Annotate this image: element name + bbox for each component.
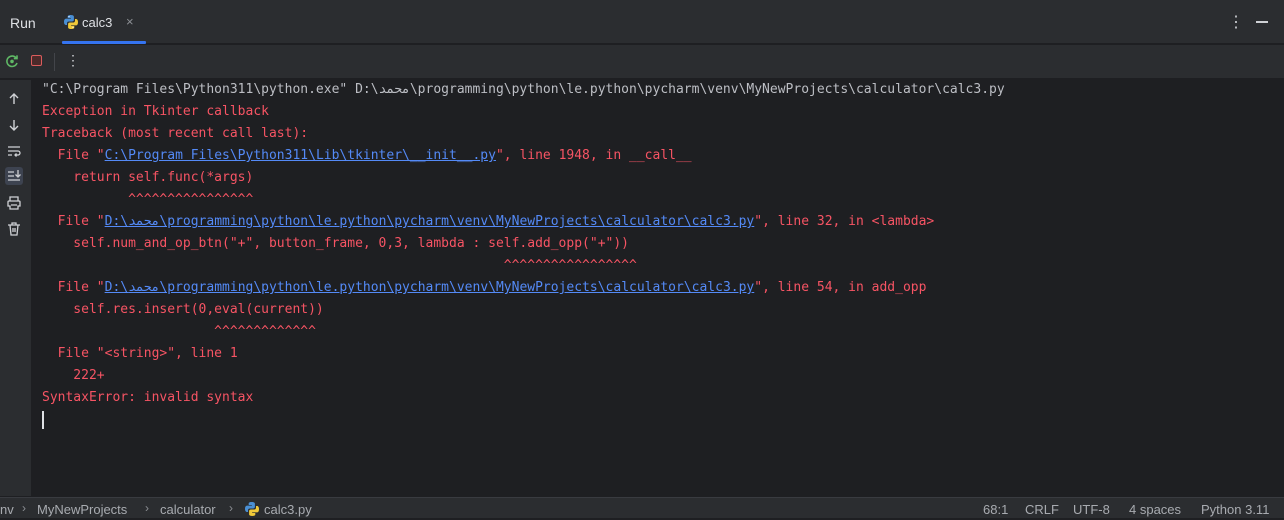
console-text: self.res.insert(0,eval(current)): [42, 302, 324, 317]
breadcrumb-item[interactable]: MyNewProjects: [37, 502, 127, 517]
python-icon: [63, 14, 79, 30]
console-text: File ": [42, 280, 105, 295]
more-vertical-icon[interactable]: ⋮: [1228, 12, 1244, 32]
console-line: self.res.insert(0,eval(current)): [42, 300, 324, 320]
console-text: ", line 1948, in __call__: [495, 148, 692, 163]
text-caret: [42, 411, 44, 429]
console-line: "C:\Program Files\Python311\python.exe" …: [42, 80, 1005, 100]
run-tool-window-title: Run: [10, 15, 36, 31]
more-vertical-icon[interactable]: ⋮: [66, 52, 80, 69]
console-text: ", line 54, in add_opp: [754, 280, 927, 295]
toolbar-separator: [54, 53, 55, 71]
console-text: ", line 32, in <lambda>: [754, 214, 935, 229]
console-text: Exception in Tkinter callback: [42, 104, 269, 119]
console-line: ^^^^^^^^^^^^^^^^^: [42, 256, 637, 276]
console-text: SyntaxError: invalid syntax: [42, 390, 254, 405]
breadcrumb-item[interactable]: nv: [0, 502, 14, 517]
console-line: 222+: [42, 366, 105, 386]
console-text: 222+: [42, 368, 105, 383]
console-line: self.num_and_op_btn("+", button_frame, 0…: [42, 234, 629, 254]
console-text: ^^^^^^^^^^^^^^^^^: [42, 258, 637, 273]
console-line: File "D:\محمد\programming\python\le.pyth…: [42, 278, 927, 298]
file-link[interactable]: D:\محمد\programming\python\le.python\pyc…: [105, 280, 755, 295]
console-text: return self.func(*args): [42, 170, 254, 185]
scroll-to-end-icon[interactable]: [5, 167, 23, 185]
console-text: File ": [42, 214, 105, 229]
console-line: ^^^^^^^^^^^^^: [42, 322, 316, 342]
console-line: Exception in Tkinter callback: [42, 102, 269, 122]
file-link[interactable]: C:\Program Files\Python311\Lib\tkinter\_…: [105, 148, 496, 163]
console-line: File "D:\محمد\programming\python\le.pyth…: [42, 212, 935, 232]
python-icon: [244, 501, 260, 520]
indent-setting[interactable]: 4 spaces: [1129, 502, 1181, 517]
arrow-down-icon[interactable]: [5, 116, 23, 134]
console-text: self.num_and_op_btn("+", button_frame, 0…: [42, 236, 629, 251]
console-line: Traceback (most recent call last):: [42, 124, 308, 144]
stop-icon[interactable]: [31, 55, 42, 66]
tab-calc3[interactable]: calc3 ×: [58, 0, 146, 44]
console-text: File ": [42, 148, 105, 163]
console-text: ^^^^^^^^^^^^^: [42, 324, 316, 339]
console-gutter-toolbar: [0, 80, 31, 496]
console-line: File "<string>", line 1: [42, 344, 238, 364]
console-line: ^^^^^^^^^^^^^^^^: [42, 190, 253, 210]
chevron-right-icon: ›: [229, 501, 233, 515]
file-encoding[interactable]: UTF-8: [1073, 502, 1110, 517]
console-text: File "<string>", line 1: [42, 346, 238, 361]
breadcrumb-item[interactable]: calculator: [160, 502, 216, 517]
python-interpreter[interactable]: Python 3.11: [1201, 502, 1269, 517]
console-line: SyntaxError: invalid syntax: [42, 388, 253, 408]
arrow-up-icon[interactable]: [5, 90, 23, 108]
rerun-icon[interactable]: [4, 53, 20, 69]
tool-window-header: Run calc3 × ⋮: [0, 0, 1284, 44]
file-link[interactable]: D:\محمد\programming\python\le.python\pyc…: [105, 214, 755, 229]
console-text: Traceback (most recent call last):: [42, 126, 309, 141]
tab-label: calc3: [82, 15, 113, 30]
minimize-icon[interactable]: [1256, 21, 1268, 23]
chevron-right-icon: ›: [22, 501, 26, 515]
console-line: File "C:\Program Files\Python311\Lib\tki…: [42, 146, 692, 166]
caret-position[interactable]: 68:1: [983, 502, 1008, 517]
print-icon[interactable]: [5, 194, 23, 212]
console-text: ^^^^^^^^^^^^^^^^: [42, 192, 254, 207]
run-toolbar: ⋮: [0, 45, 1284, 79]
trash-icon[interactable]: [5, 220, 23, 238]
breadcrumb-file[interactable]: calc3.py: [264, 502, 312, 517]
soft-wrap-icon[interactable]: [5, 142, 23, 160]
console-line: return self.func(*args): [42, 168, 253, 188]
active-tab-indicator: [62, 41, 146, 44]
close-icon[interactable]: ×: [126, 14, 134, 29]
chevron-right-icon: ›: [145, 501, 149, 515]
line-separator[interactable]: CRLF: [1025, 502, 1059, 517]
console-text: "C:\Program Files\Python311\python.exe" …: [42, 82, 1005, 97]
console-output[interactable]: "C:\Program Files\Python311\python.exe" …: [31, 80, 1284, 496]
status-bar: nv › MyNewProjects › calculator › calc3.…: [0, 497, 1284, 518]
